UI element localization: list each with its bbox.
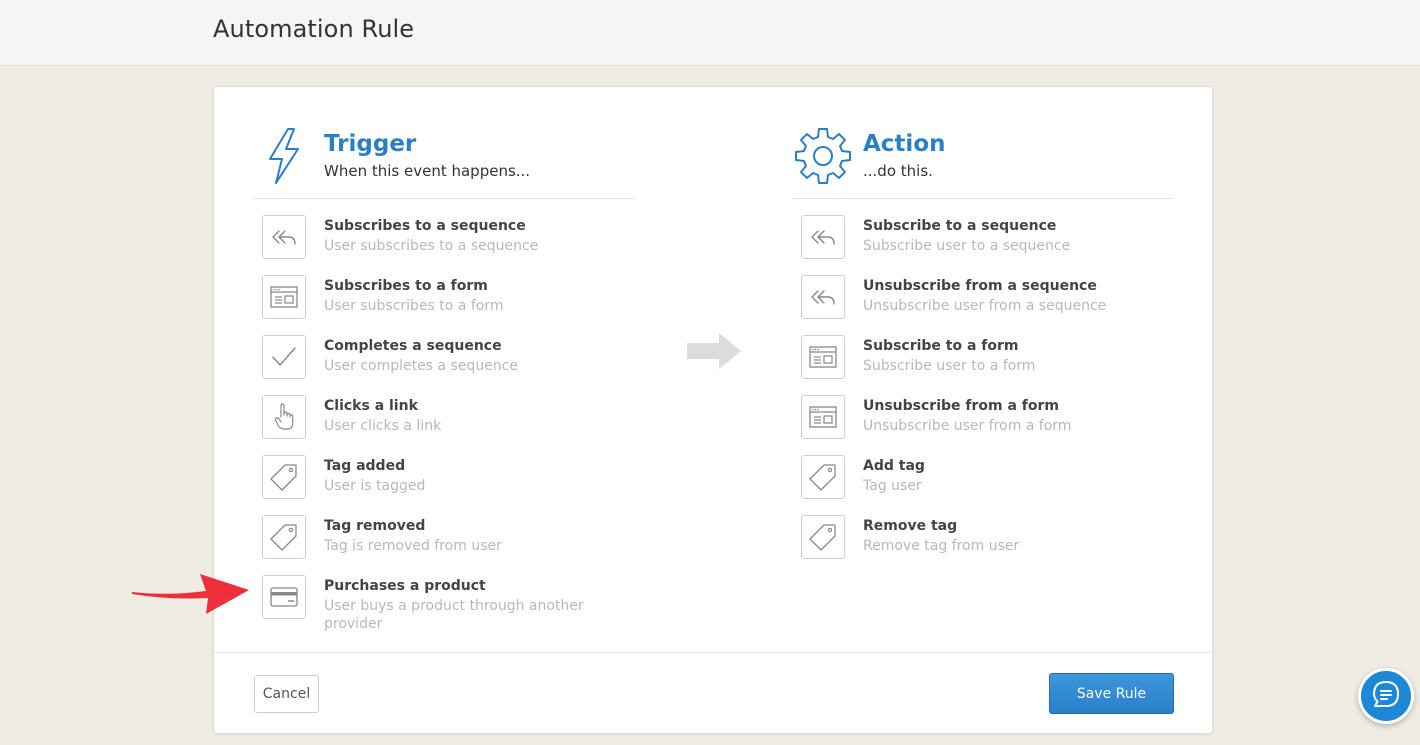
- option-title: Tag added: [324, 458, 406, 474]
- form-window-icon: [801, 395, 845, 439]
- trigger-option-tag-removed[interactable]: Tag removed Tag is removed from user: [262, 515, 634, 575]
- option-description: Subscribe user to a sequence: [863, 238, 1071, 254]
- action-option-remove-tag[interactable]: Remove tag Remove tag from user: [801, 515, 1173, 575]
- option-title: Add tag: [863, 458, 925, 474]
- option-title: Subscribe to a form: [863, 338, 1019, 354]
- pointer-hand-icon: [262, 395, 306, 439]
- option-title: Unsubscribe from a form: [863, 398, 1059, 414]
- lightning-bolt-icon: [264, 127, 304, 191]
- option-description: User subscribes to a form: [324, 298, 504, 314]
- option-description: Remove tag from user: [863, 538, 1020, 554]
- action-title: Action: [863, 131, 946, 157]
- form-window-icon: [801, 335, 845, 379]
- gear-icon: [793, 127, 853, 191]
- option-title: Clicks a link: [324, 398, 418, 414]
- option-title: Purchases a product: [324, 578, 486, 594]
- option-description: User subscribes to a sequence: [324, 238, 539, 254]
- option-description: Tag user: [863, 478, 922, 494]
- tag-icon: [801, 455, 845, 499]
- annotation-arrow-icon: [128, 566, 252, 622]
- option-description: User buys a product through another prov…: [324, 598, 584, 632]
- option-description: User completes a sequence: [324, 358, 518, 374]
- option-title: Tag removed: [324, 518, 426, 534]
- right-arrow-icon: [687, 333, 741, 373]
- option-title: Unsubscribe from a sequence: [863, 278, 1097, 294]
- option-description: Unsubscribe user from a sequence: [863, 298, 1107, 314]
- action-option-add-tag[interactable]: Add tag Tag user: [801, 455, 1173, 515]
- trigger-header: Trigger When this event happens...: [254, 127, 634, 199]
- tag-icon: [801, 515, 845, 559]
- tag-icon: [262, 515, 306, 559]
- option-description: Subscribe user to a form: [863, 358, 1036, 374]
- option-title: Remove tag: [863, 518, 958, 534]
- reply-all-icon: [262, 215, 306, 259]
- option-title: Subscribes to a form: [324, 278, 488, 294]
- trigger-option-subscribes-sequence[interactable]: Subscribes to a sequence User subscribes…: [262, 215, 634, 275]
- option-description: Unsubscribe user from a form: [863, 418, 1072, 434]
- trigger-option-tag-added[interactable]: Tag added User is tagged: [262, 455, 634, 515]
- rule-card: Trigger When this event happens... Subsc…: [213, 86, 1213, 734]
- trigger-subtitle: When this event happens...: [324, 162, 531, 180]
- option-title: Subscribe to a sequence: [863, 218, 1057, 234]
- option-description: Tag is removed from user: [324, 538, 502, 554]
- tag-icon: [262, 455, 306, 499]
- action-option-subscribe-form[interactable]: Subscribe to a form Subscribe user to a …: [801, 335, 1173, 395]
- chat-bubble-icon: [1371, 679, 1401, 713]
- checkmark-icon: [262, 335, 306, 379]
- trigger-option-completes-sequence[interactable]: Completes a sequence User completes a se…: [262, 335, 634, 395]
- save-rule-button[interactable]: Save Rule: [1049, 673, 1174, 714]
- trigger-option-subscribes-form[interactable]: Subscribes to a form User subscribes to …: [262, 275, 634, 335]
- option-description: User is tagged: [324, 478, 426, 494]
- action-header: Action ...do this.: [793, 127, 1173, 199]
- option-title: Completes a sequence: [324, 338, 502, 354]
- trigger-option-purchases-product[interactable]: Purchases a product User buys a product …: [262, 575, 634, 635]
- option-description: User clicks a link: [324, 418, 442, 434]
- trigger-title: Trigger: [324, 131, 417, 157]
- cancel-button[interactable]: Cancel: [254, 675, 319, 713]
- chat-widget-button[interactable]: [1358, 668, 1414, 724]
- trigger-option-clicks-link[interactable]: Clicks a link User clicks a link: [262, 395, 634, 455]
- action-subtitle: ...do this.: [863, 162, 933, 180]
- reply-all-icon: [801, 275, 845, 319]
- action-option-unsubscribe-form[interactable]: Unsubscribe from a form Unsubscribe user…: [801, 395, 1173, 455]
- page-title: Automation Rule: [213, 15, 415, 43]
- action-option-unsubscribe-sequence[interactable]: Unsubscribe from a sequence Unsubscribe …: [801, 275, 1173, 335]
- credit-card-icon: [262, 575, 306, 619]
- form-window-icon: [262, 275, 306, 319]
- reply-all-icon: [801, 215, 845, 259]
- top-bar: Automation Rule: [0, 0, 1420, 66]
- action-option-subscribe-sequence[interactable]: Subscribe to a sequence Subscribe user t…: [801, 215, 1173, 275]
- footer-divider: [214, 652, 1212, 653]
- option-title: Subscribes to a sequence: [324, 218, 526, 234]
